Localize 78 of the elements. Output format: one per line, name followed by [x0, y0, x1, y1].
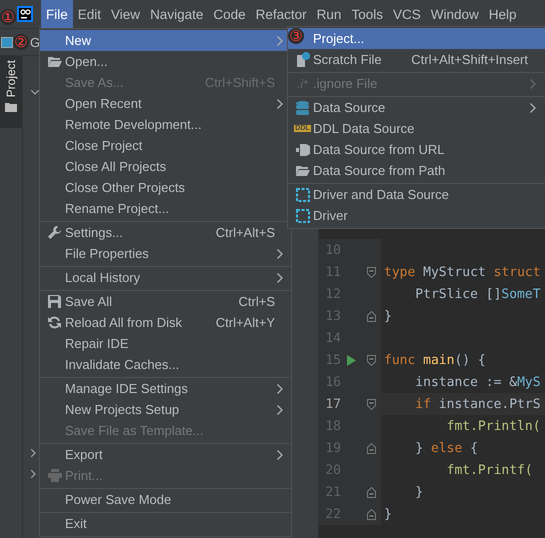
database-icon — [296, 100, 309, 114]
chevron-icon — [31, 90, 39, 96]
code-line: type MyStruct struct — [384, 264, 541, 280]
shortcut-label: Ctrl+Alt+Y — [216, 315, 275, 330]
menu-item[interactable]: Invalidate Caches... — [40, 354, 291, 375]
menu-bar-item[interactable]: Navigate — [145, 0, 208, 28]
code-line: } — [414, 484, 424, 500]
fold-icon[interactable] — [367, 398, 376, 410]
menu-item[interactable]: Data Source from URL — [288, 139, 545, 160]
fold-icon[interactable] — [367, 266, 376, 278]
menu-item[interactable]: Remote Development... — [40, 114, 291, 135]
fold-icon[interactable] — [367, 354, 376, 366]
menu-bar-item[interactable]: File — [41, 0, 73, 28]
folder-icon — [296, 165, 310, 176]
code-line: instance := &MyS — [414, 374, 541, 390]
driver-icon — [296, 188, 310, 202]
code-line: fmt.Printf( — [446, 462, 533, 478]
code-line: fmt.Println( — [446, 418, 541, 434]
menu-item[interactable]: Manage IDE Settings — [40, 377, 291, 399]
app-logo-icon — [17, 6, 33, 22]
menu-bar-item[interactable]: Code — [208, 0, 251, 28]
menu-item[interactable]: Exit — [40, 512, 291, 534]
menu-bar-item[interactable]: Window — [426, 0, 484, 28]
menu-bar-item[interactable]: Edit — [72, 0, 106, 28]
code-line: } — [384, 506, 392, 522]
menu-item[interactable]: Data Source from Path — [288, 160, 545, 181]
menu-item[interactable]: Power Save Mode — [40, 488, 291, 510]
code-line: } else { — [414, 440, 478, 456]
menu-item[interactable]: Save All Ctrl+S — [40, 290, 291, 312]
shortcut-label: Ctrl+Alt+Shift+Insert — [411, 52, 528, 67]
menu-bar-item[interactable]: Refactor — [250, 0, 312, 28]
menu-bar-item[interactable]: Tools — [346, 0, 388, 28]
menu-item[interactable]: Reload All from Disk Ctrl+Alt+Y — [40, 312, 291, 333]
chevron-icon — [31, 449, 37, 457]
menu-item[interactable]: File Properties — [40, 243, 291, 264]
menu-item[interactable]: Repair IDE — [40, 333, 291, 354]
menu-item[interactable]: Close All Projects — [40, 156, 291, 177]
menu-item[interactable]: New Projects Setup — [40, 399, 291, 420]
code-line: if instance.PtrS — [414, 396, 541, 412]
menu-bar-item[interactable]: VCS — [388, 0, 426, 28]
code-line: PtrSlice []SomeT — [414, 286, 541, 302]
menu-bar-item[interactable]: View — [106, 0, 146, 28]
menu-item[interactable]: Local History — [40, 266, 291, 288]
driver-icon — [296, 208, 310, 222]
menu-item[interactable]: Open... — [40, 51, 291, 72]
menu-bar-item[interactable]: Help — [484, 0, 522, 28]
project-name: G — [30, 34, 40, 50]
menu-item[interactable]: Scratch File Ctrl+Alt+Shift+Insert — [288, 49, 545, 70]
menu-item[interactable]: Data Source — [288, 96, 545, 118]
line-number: 17 — [324, 396, 341, 412]
plug-icon — [296, 144, 310, 156]
project-icon — [1, 36, 13, 48]
menu-bar-item[interactable]: Run — [312, 0, 346, 28]
folder-icon — [48, 56, 62, 67]
shortcut-label: Ctrl+S — [238, 294, 275, 309]
folder-icon — [5, 102, 17, 112]
code-line: func main() { — [384, 352, 486, 368]
chevron-icon — [31, 470, 37, 478]
menu-item[interactable]: Open Recent — [40, 93, 291, 114]
menu-item[interactable]: Export — [40, 443, 291, 465]
floppy-icon — [48, 295, 61, 308]
reload-icon — [48, 316, 61, 329]
fold-icon[interactable] — [367, 442, 376, 454]
menu-item[interactable]: Driver — [288, 205, 545, 226]
run-icon[interactable] — [347, 354, 356, 366]
wrench-icon — [48, 226, 61, 239]
menu-item[interactable]: Driver and Data Source — [288, 183, 545, 205]
scratch-file-icon — [296, 52, 310, 67]
code-line: } — [384, 308, 392, 324]
shortcut-label: Ctrl+Alt+S — [216, 225, 275, 240]
printer-icon — [48, 469, 62, 482]
menu-item[interactable]: Close Project — [40, 135, 291, 156]
fold-icon[interactable] — [367, 508, 376, 520]
fold-icon[interactable] — [367, 310, 376, 322]
tool-window-tab[interactable]: Project — [0, 56, 22, 128]
menu-item[interactable]: Rename Project... — [40, 198, 291, 219]
menu-item[interactable]: Close Other Projects — [40, 177, 291, 198]
fold-icon[interactable] — [367, 486, 376, 498]
